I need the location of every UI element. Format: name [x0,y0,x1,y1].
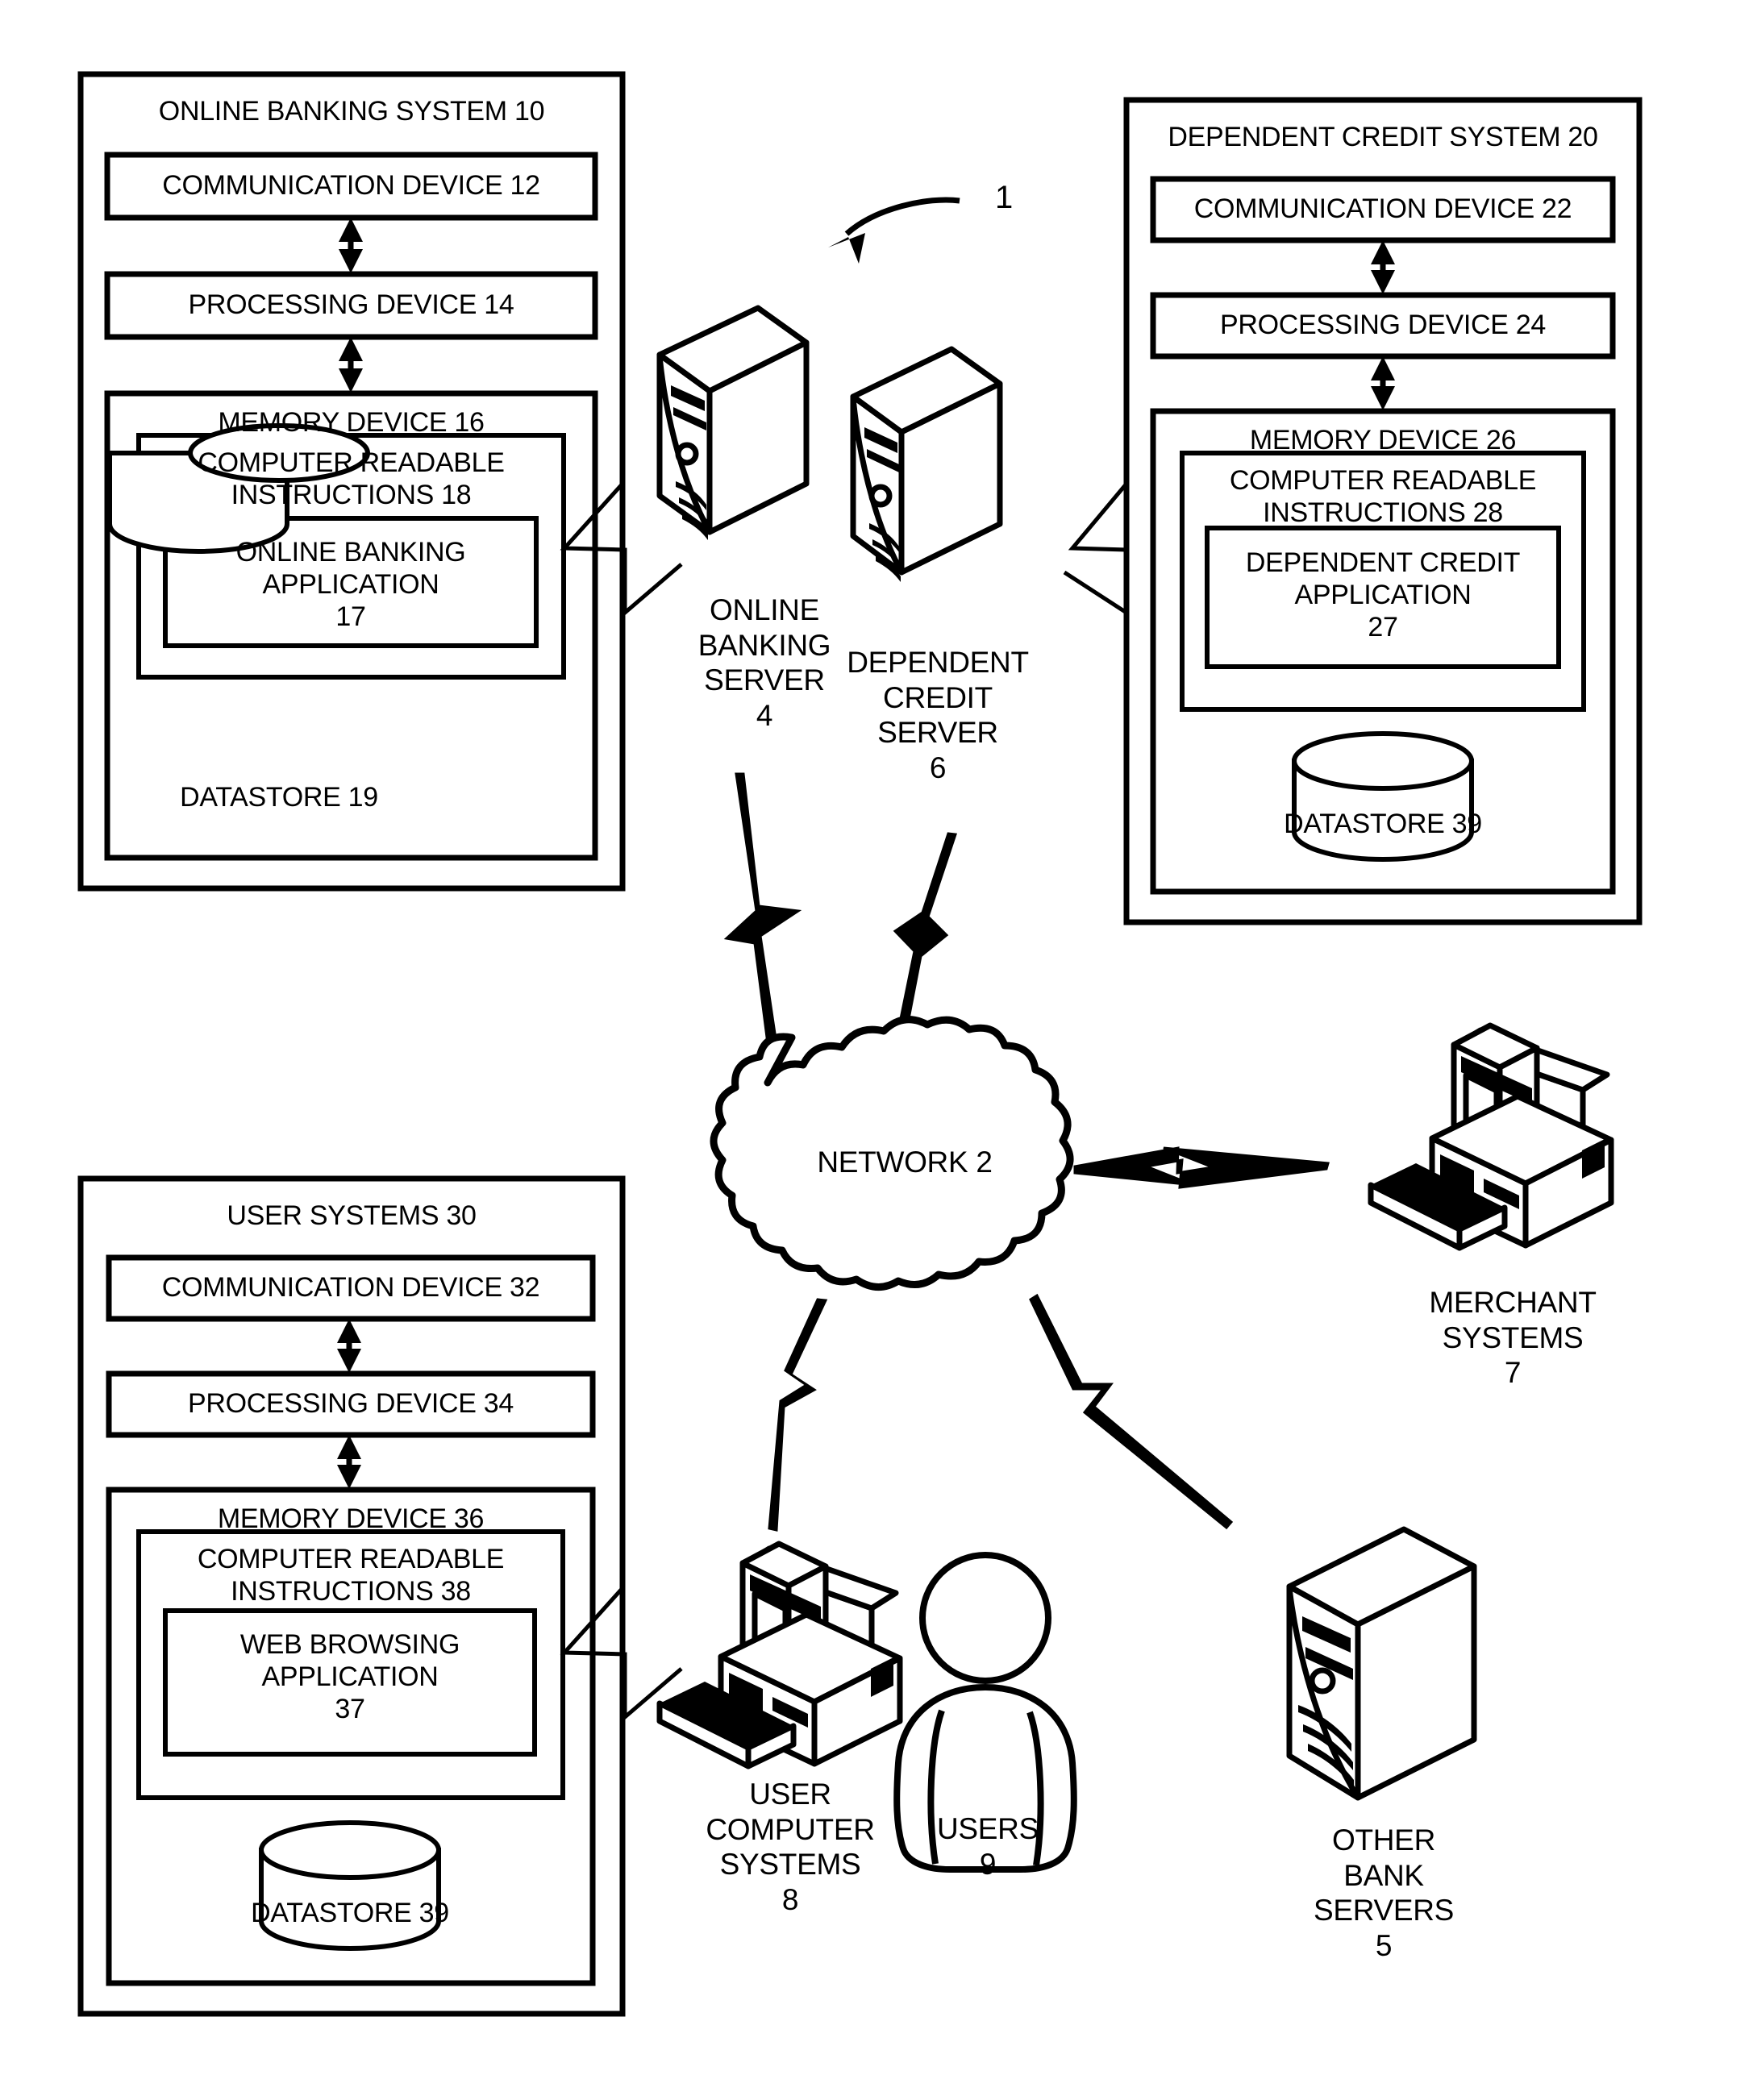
connector-arrow-22-24 [1371,240,1395,294]
connector-arrow-14-16 [339,337,363,393]
connector-arrow-32-34 [337,1319,361,1373]
memory-device-26-label: MEMORY DEVICE 26 [1249,425,1517,455]
online-banking-application-17-label: ONLINE BANKING APPLICATION 17 [235,537,466,633]
datastore-39-bottom-cylinder [259,1820,441,1951]
computer-readable-instructions-18-label: COMPUTER READABLE INSTRUCTIONS 18 [198,447,505,511]
lightning-bolt-network-to-user-computer [768,1298,828,1532]
memory-device-16-label: MEMORY DEVICE 16 [218,407,485,438]
figure-reference-arrow [828,197,960,264]
online-banking-system-title: ONLINE BANKING SYSTEM 10 [158,96,545,127]
figure-reference-numeral: 1 [995,180,1013,215]
other-bank-servers-icon [1286,1526,1477,1801]
dependent-credit-server-label: DEPENDENT CREDIT SERVER 6 [847,646,1029,784]
users-label: USERS 9 [937,1812,1039,1881]
merchant-systems-icon [1368,1022,1614,1251]
merchant-systems-label: MERCHANT SYSTEMS 7 [1429,1286,1597,1390]
datastore-39-top-cylinder [1292,731,1474,862]
dependent-credit-system-title: DEPENDENT CREDIT SYSTEM 20 [1168,122,1598,152]
network-label: NETWORK 2 [817,1146,993,1179]
processing-device-24-label: PROCESSING DEVICE 24 [1219,310,1546,340]
online-banking-server-icon [656,305,810,540]
user-computer-systems-icon [656,1541,903,1769]
leader-dependent-credit-system [1063,482,1129,617]
dependent-credit-application-27-label: DEPENDENT CREDIT APPLICATION 27 [1245,547,1521,643]
computer-readable-instructions-38-label: COMPUTER READABLE INSTRUCTIONS 38 [197,1544,505,1607]
lightning-bolt-network-to-merchant [1073,1146,1330,1189]
patent-figure-canvas: ONLINE BANKING SYSTEM 10 COMMUNICATION D… [0,0,1753,2100]
other-bank-servers-label: OTHER BANK SERVERS 5 [1313,1823,1455,1962]
datastore-19-label: DATASTORE 19 [180,782,378,813]
lightning-bolt-server6-to-network [893,832,958,1050]
processing-device-34-label: PROCESSING DEVICE 34 [187,1388,514,1419]
user-computer-systems-label: USER COMPUTER SYSTEMS 8 [706,1778,875,1916]
dependent-credit-server-icon [850,346,1003,582]
memory-device-36-label: MEMORY DEVICE 36 [217,1503,485,1534]
communication-device-12-label: COMMUNICATION DEVICE 12 [162,170,540,201]
communication-device-22-label: COMMUNICATION DEVICE 22 [1193,193,1572,224]
datastore-39-bottom-label: DATASTORE 39 [251,1898,449,1928]
user-systems-title: USER SYSTEMS 30 [227,1200,477,1231]
communication-device-32-label: COMMUNICATION DEVICE 32 [161,1272,540,1303]
web-browsing-application-37-label: WEB BROWSING APPLICATION 37 [239,1629,460,1725]
lightning-bolt-server4-to-network [723,772,802,1058]
datastore-39-top-label: DATASTORE 39 [1284,809,1482,839]
connector-arrow-34-36 [337,1435,361,1489]
connector-arrow-12-14 [339,218,363,273]
connector-arrow-24-26 [1371,356,1395,410]
lightning-bolt-network-to-other-banks [1029,1293,1234,1530]
computer-readable-instructions-28-label: COMPUTER READABLE INSTRUCTIONS 28 [1229,465,1537,529]
processing-device-14-label: PROCESSING DEVICE 14 [188,289,514,320]
